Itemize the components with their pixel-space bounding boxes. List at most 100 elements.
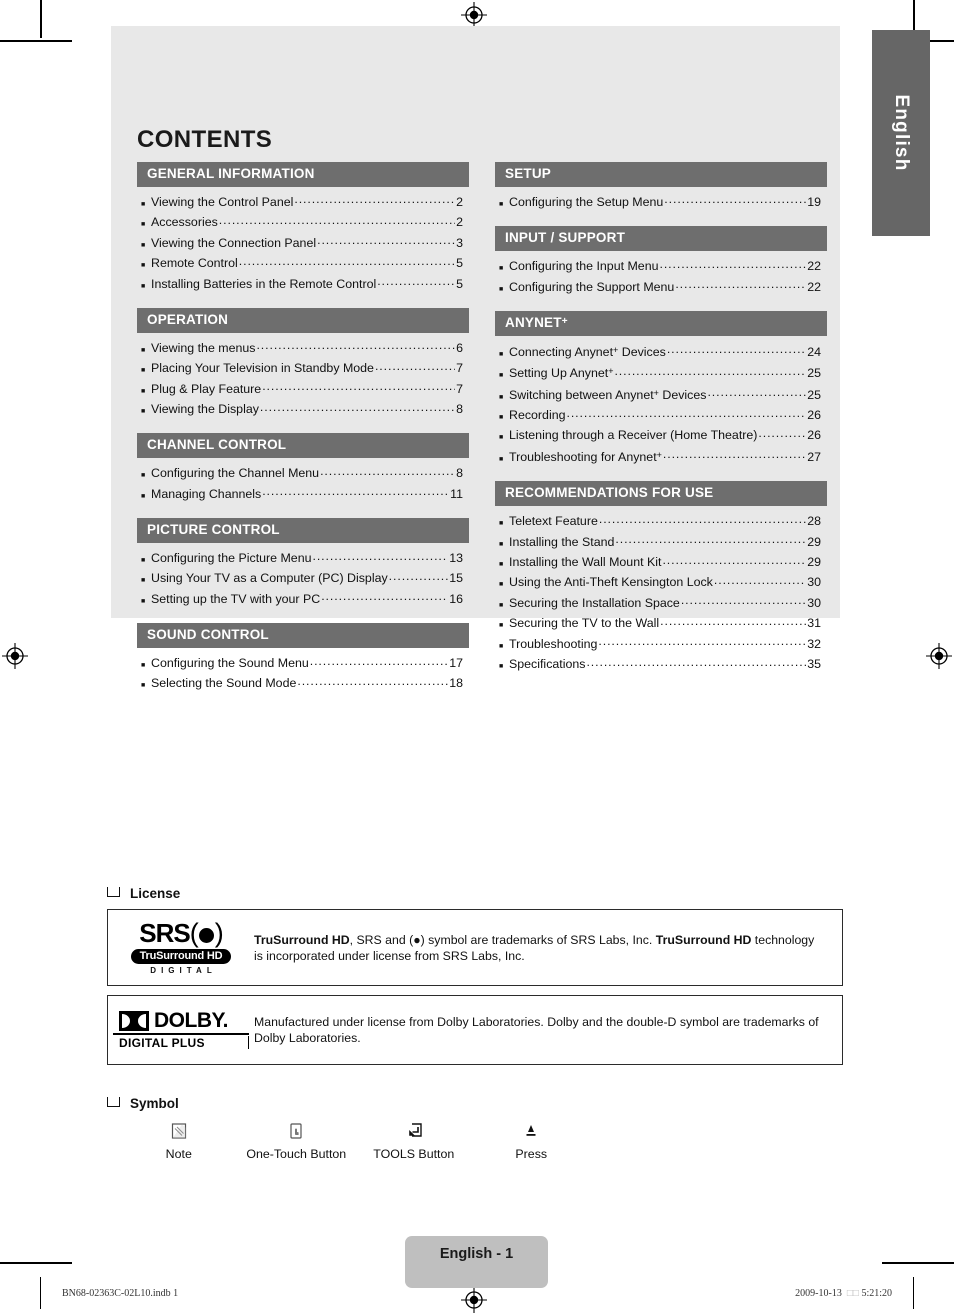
toc-page-number: 30 xyxy=(807,575,821,590)
toc-entry-label: Viewing the Control Panel xyxy=(151,194,294,209)
toc-entry[interactable]: ■ Installing Batteries in the Remote Cont… xyxy=(137,275,469,295)
toc-entry[interactable]: ■ Placing Your Television in Standby Mode… xyxy=(137,359,469,379)
toc-entry-label: Troubleshooting for Anynet+ xyxy=(509,449,662,464)
srs-mid-text: , SRS and xyxy=(349,932,410,947)
toc-entry[interactable]: ■ Securing the TV to the Wall 31 xyxy=(495,614,827,634)
toc-column: SETUP ■ Configuring the Setup Menu 19 INPUT … xyxy=(495,162,827,708)
toc-bullet-icon: ■ xyxy=(499,601,504,609)
toc-entry[interactable]: ■ Configuring the Picture Menu 13 xyxy=(137,549,469,569)
toc-entry-label: Configuring the Input Menu xyxy=(509,259,659,274)
toc-entry[interactable]: ■ Setting Up Anynet+ 25 xyxy=(495,363,827,384)
toc-entry[interactable]: ■ Teletext Feature 28 xyxy=(495,512,827,532)
toc-bullet-icon: ■ xyxy=(141,472,146,480)
toc-entry[interactable]: ■ Specifications 35 xyxy=(495,655,827,675)
toc-leader-dots xyxy=(662,553,806,566)
toc-entry[interactable]: ■ Using the Anti-Theft Kensington Lock 30 xyxy=(495,573,827,593)
toc-page-number: 2 xyxy=(456,194,463,209)
toc-section: ANYNET+ ■ Connecting Anynet+ Devices 24 ■ Set… xyxy=(495,310,827,468)
toc-entry[interactable]: ■ Configuring the Support Menu 22 xyxy=(495,278,827,298)
toc-section: INPUT / SUPPORT ■ Configuring the Input Me… xyxy=(495,226,827,298)
toc-leader-dots xyxy=(566,406,806,419)
toc-entry-label: Configuring the Setup Menu xyxy=(509,194,664,209)
toc-section: OPERATION ■ Viewing the menus 6 ■ Placing You… xyxy=(137,307,469,421)
toc-entry[interactable]: ■ Viewing the Connection Panel 3 xyxy=(137,234,469,254)
toc-entry-label: Plug & Play Feature xyxy=(151,381,262,396)
toc-section-header: GENERAL INFORMATION xyxy=(137,162,469,187)
symbol-item-tools: TOOLS Button xyxy=(355,1118,473,1161)
toc-entry-label: Installing the Stand xyxy=(509,534,615,549)
toc-entry[interactable]: ■ Configuring the Channel Menu 8 xyxy=(137,464,469,484)
toc-entry[interactable]: ■ Installing the Wall Mount Kit 29 xyxy=(495,553,827,573)
press-icon xyxy=(473,1118,591,1144)
toc-leader-dots xyxy=(312,549,448,562)
toc-leader-dots xyxy=(375,359,455,372)
toc-page-number: 29 xyxy=(807,534,821,549)
toc-item-list: ■ Configuring the Setup Menu 19 xyxy=(495,187,827,213)
symbol-item-note: Note xyxy=(120,1118,238,1161)
toc-bullet-icon: ■ xyxy=(499,350,504,358)
toc-entry[interactable]: ■ Setting up the TV with your PC 16 xyxy=(137,590,469,610)
toc-entry-label: Troubleshooting xyxy=(509,636,598,651)
toc-entry[interactable]: ■ Configuring the Setup Menu 19 xyxy=(495,193,827,213)
toc-entry[interactable]: ■ Remote Control 5 xyxy=(137,254,469,274)
symbol-item-press: Press xyxy=(473,1118,591,1161)
toc-bullet-icon: ■ xyxy=(499,434,504,442)
footer-cjk-marker: □□ xyxy=(846,1288,859,1299)
toc-entry[interactable]: ■ Selecting the Sound Mode 18 xyxy=(137,674,469,694)
toc-entry[interactable]: ■ Viewing the Display 8 xyxy=(137,400,469,420)
toc-entry[interactable]: ■ Troubleshooting for Anynet+ 27 xyxy=(495,447,827,468)
toc-leader-dots xyxy=(614,364,806,377)
toc-entry[interactable]: ■ Configuring the Sound Menu 17 xyxy=(137,654,469,674)
license-box-srs: SRS() TruSurround HD DIGITAL TruSurround… xyxy=(107,909,843,986)
dolby-digital-plus-logo: DOLBY. DIGITAL PLUS xyxy=(108,1010,254,1050)
srs-pill-text: TruSurround HD xyxy=(130,949,232,964)
table-of-contents: GENERAL INFORMATION ■ Viewing the Control … xyxy=(137,162,827,708)
toc-leader-dots xyxy=(317,234,455,247)
toc-entry[interactable]: ■ Connecting Anynet+ Devices 24 xyxy=(495,342,827,363)
toc-item-list: ■ Configuring the Sound Menu 17 ■ Selecting … xyxy=(137,648,469,695)
toc-entry[interactable]: ■ Using Your TV as a Computer (PC) Displa… xyxy=(137,569,469,589)
toc-entry[interactable]: ■ Managing Channels 11 xyxy=(137,485,469,505)
crop-mark-right-bottom-horizontal xyxy=(882,1262,954,1264)
toc-entry-label: Connecting Anynet+ Devices xyxy=(509,344,666,359)
toc-entry[interactable]: ■ Switching between Anynet+ Devices 25 xyxy=(495,385,827,406)
toc-page-number: 19 xyxy=(807,194,821,209)
toc-page-number: 8 xyxy=(456,402,463,416)
toc-entry[interactable]: ■ Plug & Play Feature 7 xyxy=(137,380,469,400)
toc-entry-label: Remote Control xyxy=(151,256,238,271)
toc-entry-label: Placing Your Television in Standby Mode xyxy=(151,361,374,376)
toc-leader-dots xyxy=(294,193,455,206)
toc-entry-label: Teletext Feature xyxy=(509,514,598,529)
toc-entry[interactable]: ■ Securing the Installation Space 30 xyxy=(495,594,827,614)
toc-entry-label: Selecting the Sound Mode xyxy=(151,676,297,691)
dolby-double-d-icon xyxy=(119,1010,149,1031)
toc-bullet-icon: ■ xyxy=(141,577,146,585)
toc-bullet-icon: ■ xyxy=(141,282,146,290)
toc-section-header: CHANNEL CONTROL xyxy=(137,433,469,459)
toc-page-number: 3 xyxy=(456,235,463,250)
toc-leader-dots xyxy=(707,386,806,399)
toc-leader-dots xyxy=(389,569,449,582)
toc-entry[interactable]: ■ Accessories 2 xyxy=(137,213,469,233)
toc-entry[interactable]: ■ Troubleshooting 32 xyxy=(495,635,827,655)
toc-entry-label: Configuring the Support Menu xyxy=(509,279,675,294)
toc-page-number: 7 xyxy=(456,381,463,396)
toc-entry-label: Configuring the Channel Menu xyxy=(151,466,320,481)
toc-entry-label: Installing Batteries in the Remote Contr… xyxy=(151,276,377,291)
toc-entry[interactable]: ■ Viewing the Control Panel 2 xyxy=(137,193,469,213)
toc-entry[interactable]: ■ Listening through a Receiver (Home Thea… xyxy=(495,426,827,446)
toc-entry[interactable]: ■ Installing the Stand 29 xyxy=(495,533,827,553)
toc-entry-label: Recording xyxy=(509,408,566,423)
toc-bullet-icon: ■ xyxy=(141,241,146,249)
toc-bullet-icon: ■ xyxy=(499,393,504,401)
toc-bullet-icon: ■ xyxy=(499,642,504,650)
toc-entry-label: Securing the Installation Space xyxy=(509,595,680,610)
toc-bullet-icon: ■ xyxy=(141,662,146,670)
toc-entry-label: Listening through a Receiver (Home Theat… xyxy=(509,428,758,443)
toc-entry[interactable]: ■ Recording 26 xyxy=(495,406,827,426)
symbol-item-one-touch: One-Touch Button xyxy=(238,1118,356,1161)
toc-leader-dots xyxy=(681,594,806,607)
toc-entry[interactable]: ■ Viewing the menus 6 xyxy=(137,339,469,359)
toc-entry-label: Accessories xyxy=(151,215,218,230)
toc-entry[interactable]: ■ Configuring the Input Menu 22 xyxy=(495,257,827,277)
